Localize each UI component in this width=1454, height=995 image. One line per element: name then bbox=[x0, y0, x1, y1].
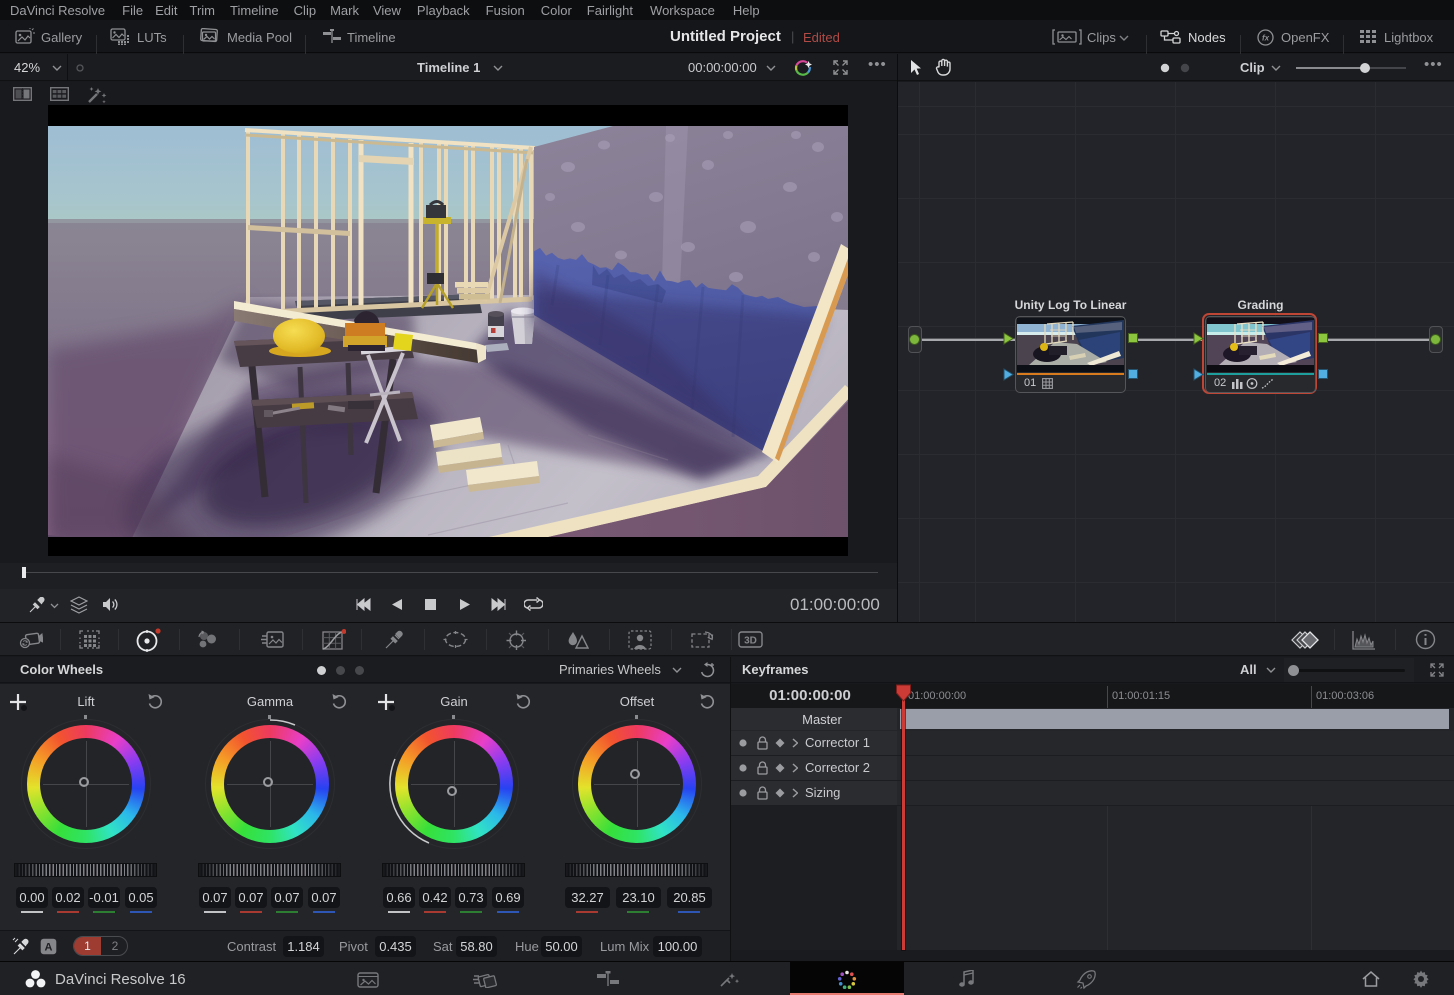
svg-text:fx: fx bbox=[1262, 34, 1270, 43]
svg-text:A: A bbox=[45, 942, 53, 954]
svg-text:3D: 3D bbox=[744, 636, 757, 647]
